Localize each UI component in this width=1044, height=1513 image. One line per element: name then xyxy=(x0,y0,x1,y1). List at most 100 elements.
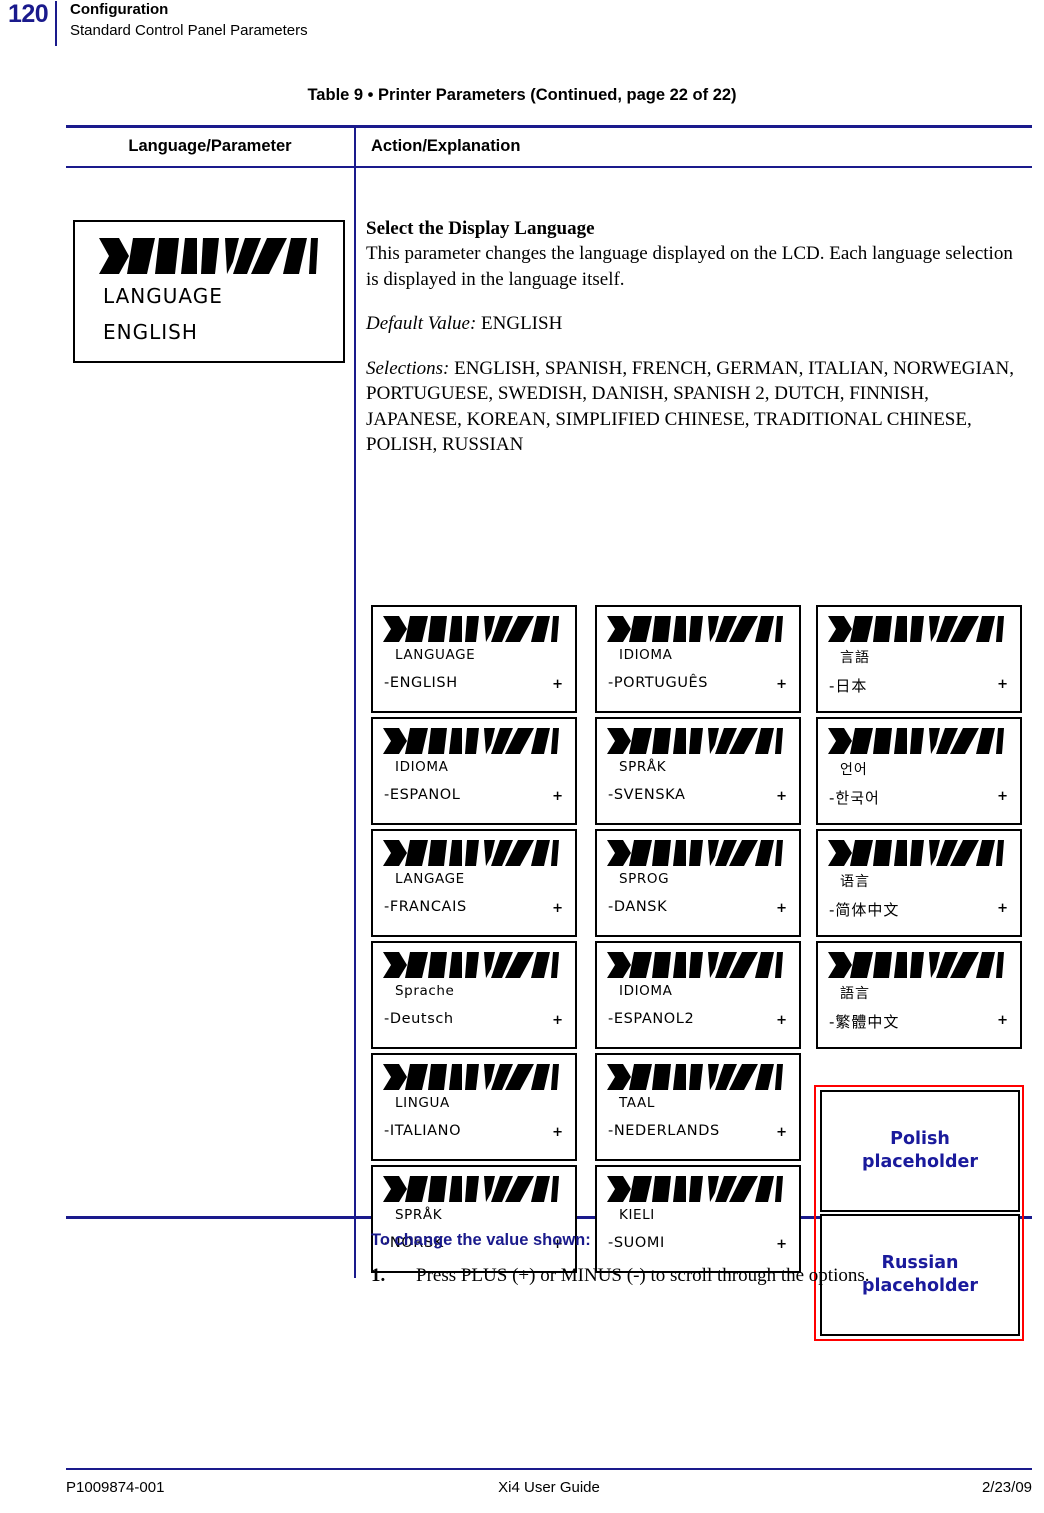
zebra-logo-icon xyxy=(827,727,1005,755)
lcd-grid-column-3: 言語 -日本 + 언어 -한국어 + 语言 -简体中文 + 語言 -繁體中文 + xyxy=(816,605,1022,1053)
zebra-logo-icon xyxy=(382,839,560,867)
table-body-row: LANGUAGE ENGLISH Select the Display Lang… xyxy=(66,168,1032,1341)
procedure-step-text: Press PLUS (+) or MINUS (-) to scroll th… xyxy=(416,1265,870,1286)
lcd-panel: 언어 -한국어 + xyxy=(816,717,1022,825)
polish-placeholder-text: Polish placeholder xyxy=(862,1128,978,1174)
zebra-logo-icon xyxy=(606,1175,784,1203)
lcd-panel: TAAL -NEDERLANDS + xyxy=(595,1053,801,1161)
lcd-panel: Sprache -Deutsch + xyxy=(371,941,577,1049)
lcd-panel-value: -Deutsch xyxy=(384,1011,454,1027)
plus-indicator: + xyxy=(776,1013,787,1028)
zebra-logo-icon xyxy=(827,839,1005,867)
lcd-panel-value: -NEDERLANDS xyxy=(608,1123,720,1139)
lcd-panel: IDIOMA -PORTUGUÊS + xyxy=(595,605,801,713)
lcd-panel: LANGAGE -FRANCAIS + xyxy=(371,829,577,937)
lcd-grid-column-2: IDIOMA -PORTUGUÊS + SPRÅK -SVENSKA + SPR… xyxy=(595,605,801,1277)
column-header-action-explanation: Action/Explanation xyxy=(371,137,521,155)
lcd-panel: 言語 -日本 + xyxy=(816,605,1022,713)
lcd-panel-value: -ITALIANO xyxy=(384,1123,462,1139)
lcd-panel-label: SPROG xyxy=(619,871,670,887)
plus-indicator: + xyxy=(552,901,563,916)
lcd-panel-value: -日本 xyxy=(829,677,868,695)
zebra-logo-icon xyxy=(382,727,560,755)
plus-indicator: + xyxy=(552,789,563,804)
placeholder-highlight-box: Polish placeholder Russian placeholder xyxy=(814,1085,1024,1341)
table-header-row: Language/Parameter Action/Explanation xyxy=(66,127,1032,166)
lcd-panel-value: -简体中文 xyxy=(829,901,900,919)
printer-parameters-table: Language/Parameter Action/Explanation LA… xyxy=(66,125,1032,1341)
plus-indicator: + xyxy=(997,789,1008,804)
plus-indicator: + xyxy=(776,1125,787,1140)
lcd-panel-value: -ESPANOL2 xyxy=(608,1011,695,1027)
lcd-panel-label: IDIOMA xyxy=(619,647,673,663)
procedure-step: 1. Press PLUS (+) or MINUS (-) to scroll… xyxy=(371,1264,1031,1288)
zebra-logo-icon xyxy=(827,615,1005,643)
lcd-panel-label: 語言 xyxy=(840,986,870,1002)
lcd-panel: 语言 -简体中文 + xyxy=(816,829,1022,937)
lcd-panel-label: 语言 xyxy=(840,874,870,890)
lcd-panel-label: KIELI xyxy=(619,1207,655,1223)
parameter-description: This parameter changes the language disp… xyxy=(366,243,1013,290)
page-header: 120 Configuration Standard Control Panel… xyxy=(0,0,1044,52)
lcd-panel: LANGUAGE -ENGLISH + xyxy=(371,605,577,713)
zebra-logo-icon xyxy=(382,1175,560,1203)
plus-indicator: + xyxy=(997,677,1008,692)
column-header-language-parameter: Language/Parameter xyxy=(128,137,292,155)
lcd-panel-label: LANGAGE xyxy=(395,871,465,887)
body-column-divider xyxy=(354,168,356,1278)
plus-indicator: + xyxy=(776,901,787,916)
lcd-panel: SPRÅK -SVENSKA + xyxy=(595,717,801,825)
lcd-panel: 語言 -繁體中文 + xyxy=(816,941,1022,1049)
header-divider xyxy=(55,1,57,46)
polish-placeholder-line2: placeholder xyxy=(861,1152,979,1172)
polish-placeholder-panel: Polish placeholder xyxy=(820,1090,1020,1212)
polish-placeholder-line1: Polish xyxy=(890,1129,950,1149)
lcd-panel: IDIOMA -ESPANOL2 + xyxy=(595,941,801,1049)
procedure-heading: To change the value shown: xyxy=(371,1231,591,1249)
lcd-panel-label: LANGUAGE xyxy=(395,647,476,663)
plus-indicator: + xyxy=(552,1013,563,1028)
plus-indicator: + xyxy=(997,1013,1008,1028)
plus-indicator: + xyxy=(552,677,563,692)
lcd-panel-value: -繁體中文 xyxy=(829,1013,900,1031)
footer-divider xyxy=(66,1468,1032,1470)
lcd-panel-value: -DANSK xyxy=(608,899,668,915)
lcd-panel-label: IDIOMA xyxy=(395,759,449,775)
zebra-logo-icon xyxy=(606,727,784,755)
procedure-block: To change the value shown: 1. Press PLUS… xyxy=(371,1231,1031,1288)
default-value-label: Default Value: xyxy=(366,313,477,334)
zebra-logo-icon xyxy=(97,236,319,276)
header-chapter-title: Configuration xyxy=(70,1,169,18)
lcd-panel-label: LINGUA xyxy=(395,1095,450,1111)
footer-document-title: Xi4 User Guide xyxy=(498,1479,600,1496)
lcd-sample-display: LANGUAGE ENGLISH xyxy=(73,220,345,363)
header-section-title: Standard Control Panel Parameters xyxy=(70,22,308,39)
lcd-panel-value: -FRANCAIS xyxy=(384,899,467,915)
lcd-panel-label: 언어 xyxy=(840,762,868,778)
parameter-heading: Select the Display Language xyxy=(366,218,595,239)
lcd-panel-label: IDIOMA xyxy=(619,983,673,999)
table-caption: Table 9 • Printer Parameters (Continued,… xyxy=(307,86,737,104)
action-explanation-cell: Select the Display Language This paramet… xyxy=(366,168,1026,458)
plus-indicator: + xyxy=(997,901,1008,916)
zebra-logo-icon xyxy=(827,951,1005,979)
zebra-logo-icon xyxy=(606,951,784,979)
lcd-panel-value: -ENGLISH xyxy=(384,675,458,691)
selections-text: ENGLISH, SPANISH, FRENCH, GERMAN, ITALIA… xyxy=(366,357,1014,456)
zebra-logo-icon xyxy=(382,951,560,979)
default-value-text: ENGLISH xyxy=(481,313,563,334)
procedure-step-number: 1. xyxy=(371,1265,386,1286)
lcd-panel-label: Sprache xyxy=(395,983,455,999)
lcd-panel-value: -ESPANOL xyxy=(384,787,461,803)
lcd-panel-value: -한국어 xyxy=(829,789,880,807)
selections-label: Selections: xyxy=(366,357,450,379)
zebra-logo-icon xyxy=(382,615,560,643)
lcd-panel-label: 言語 xyxy=(840,650,870,666)
lcd-panel-label: SPRÅK xyxy=(395,1207,443,1223)
lcd-sample-value: ENGLISH xyxy=(103,320,198,344)
lcd-panel-label: SPRÅK xyxy=(619,759,667,775)
parameter-selections-line: Selections: ENGLISH, SPANISH, FRENCH, GE… xyxy=(366,356,1021,458)
header-column-divider xyxy=(354,127,356,166)
plus-indicator: + xyxy=(776,789,787,804)
lcd-sample-label: LANGUAGE xyxy=(103,284,223,308)
